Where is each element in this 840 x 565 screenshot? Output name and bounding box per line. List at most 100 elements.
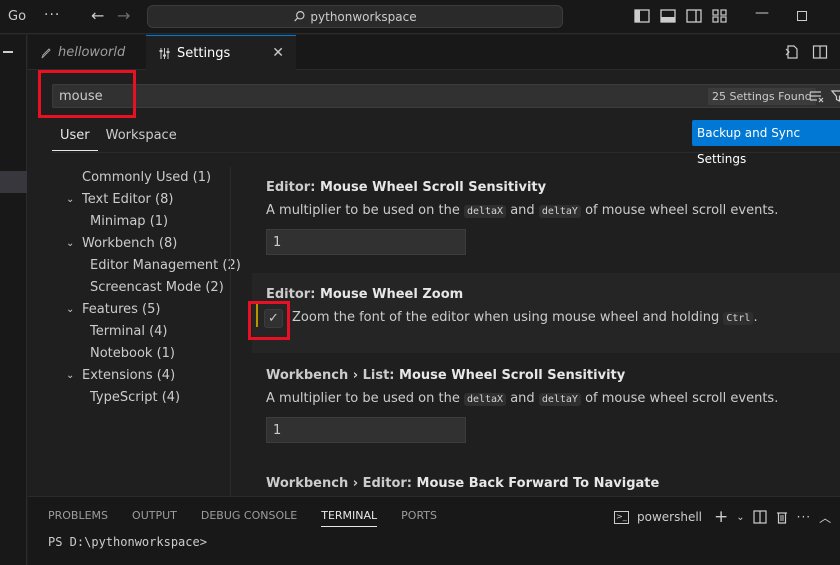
- toc-item-label: Commonly Used (1): [82, 170, 212, 185]
- toc-item-label: Extensions (4): [82, 368, 176, 383]
- tab-workspace[interactable]: Workspace: [98, 124, 185, 151]
- panel-actions: >_ powershell + ⌄ ··· ︿: [614, 507, 831, 527]
- filter-icon[interactable]: [831, 89, 840, 103]
- open-settings-json-icon[interactable]: [784, 44, 800, 60]
- toc-item[interactable]: ⌄ Extensions (4): [60, 365, 230, 387]
- desc-text: A multiplier to be used on the: [266, 391, 464, 406]
- desc-text: and: [506, 203, 539, 218]
- setting-title: Workbench › Editor: Mouse Back Forward T…: [266, 476, 659, 491]
- setting-category: Workbench › Editor:: [266, 476, 417, 491]
- tab-label: Settings: [177, 45, 231, 61]
- toggle-panel-icon[interactable]: [660, 9, 676, 23]
- settings-toc: Commonly Used (1) ⌄ Text Editor (8) Minim…: [60, 167, 241, 409]
- setting-category: Workbench › List:: [266, 368, 400, 383]
- arrow-right-icon[interactable]: →: [117, 6, 130, 25]
- tab-user[interactable]: User: [52, 124, 98, 151]
- setting-name: Mouse Wheel Scroll Sensitivity: [399, 368, 626, 383]
- terminal-shell-label[interactable]: powershell: [637, 510, 702, 524]
- code-deltax: deltaX: [463, 393, 507, 406]
- setting-mouse-back-forward: Workbench › Editor: Mouse Back Forward T…: [252, 463, 840, 496]
- setting-name: Mouse Wheel Zoom: [319, 287, 464, 302]
- tab-problems[interactable]: PROBLEMS: [48, 509, 108, 527]
- toggle-primary-sidebar-icon[interactable]: [634, 9, 650, 23]
- add-terminal-icon[interactable]: +: [714, 507, 728, 527]
- setting-title: Editor: Mouse Wheel Zoom: [266, 287, 463, 302]
- tab-terminal[interactable]: TERMINAL: [321, 509, 378, 527]
- arrow-left-icon[interactable]: ←: [91, 6, 104, 25]
- toc-item[interactable]: ⌄ Workbench (8): [60, 233, 230, 255]
- menu-go[interactable]: Go: [8, 9, 26, 24]
- tab-settings[interactable]: Settings ✕: [146, 35, 296, 70]
- file-icon: [41, 47, 51, 58]
- toc-item-label: Workbench (8): [82, 236, 178, 251]
- chevron-down-icon[interactable]: ⌄: [736, 512, 744, 523]
- editor-actions: [784, 44, 828, 60]
- toc-item-label: Minimap (1): [90, 214, 169, 229]
- setting-title: Editor: Mouse Wheel Scroll Sensitivity: [266, 180, 546, 195]
- toc-item[interactable]: Minimap (1): [60, 211, 230, 233]
- tab-helloworld[interactable]: helloworld: [28, 35, 146, 70]
- trash-icon[interactable]: [775, 510, 789, 524]
- setting-category: Editor:: [266, 180, 320, 195]
- toc-item-label: TypeScript (4): [90, 390, 181, 405]
- minimize-button[interactable]: —: [755, 5, 769, 21]
- code-ctrl: Ctrl: [723, 312, 754, 325]
- command-center-search[interactable]: pythonworkspace: [147, 5, 563, 28]
- tab-label: helloworld: [58, 45, 126, 60]
- toc-item[interactable]: Notebook (1): [60, 343, 230, 365]
- more-menu-icon[interactable]: ···: [44, 7, 60, 23]
- toggle-secondary-sidebar-icon[interactable]: [686, 9, 702, 23]
- setting-category: Editor:: [266, 287, 320, 302]
- toc-item[interactable]: Commonly Used (1): [60, 167, 230, 189]
- editor-tabs: helloworld Settings ✕: [28, 35, 840, 70]
- tab-ports[interactable]: PORTS: [401, 509, 437, 527]
- tab-output[interactable]: OUTPUT: [132, 509, 177, 527]
- search-actions: [809, 89, 840, 103]
- toc-item-label: Screencast Mode (2): [90, 280, 224, 295]
- code-deltay: deltaY: [538, 393, 581, 406]
- activity-item-indicator: [3, 51, 13, 53]
- split-terminal-icon[interactable]: [753, 510, 767, 524]
- search-icon: [294, 11, 305, 22]
- toc-item-label: Editor Management (2): [90, 258, 241, 273]
- settings-scope-tabs: User Workspace: [52, 124, 185, 151]
- terminal-icon: >_: [614, 510, 629, 524]
- scroll-sensitivity-input[interactable]: [266, 229, 466, 255]
- chevron-down-icon[interactable]: ⌄: [66, 365, 74, 387]
- results-count-badge: 25 Settings Found: [708, 88, 816, 105]
- backup-and-sync-button[interactable]: Backup and Sync Settings: [692, 120, 840, 166]
- toc-item[interactable]: Editor Management (2): [60, 255, 241, 277]
- layout-controls: [634, 9, 728, 23]
- setting-description: A multiplier to be used on the deltaX an…: [266, 203, 778, 218]
- activity-item-selected[interactable]: [0, 171, 27, 193]
- toc-item[interactable]: ⌄ Text Editor (8): [60, 189, 230, 211]
- list-scroll-sensitivity-input[interactable]: [266, 417, 466, 443]
- toc-item[interactable]: TypeScript (4): [60, 387, 230, 409]
- chevron-down-icon[interactable]: ⌄: [66, 299, 74, 321]
- toc-item-label: Terminal (4): [90, 324, 168, 339]
- terminal-prompt[interactable]: PS D:\pythonworkspace>: [48, 535, 207, 549]
- clear-filter-icon[interactable]: [809, 89, 825, 103]
- panel-tabs: PROBLEMS OUTPUT DEBUG CONSOLE TERMINAL P…: [48, 509, 437, 527]
- bottom-panel: PROBLEMS OUTPUT DEBUG CONSOLE TERMINAL P…: [28, 496, 840, 565]
- toc-item[interactable]: Screencast Mode (2): [60, 277, 230, 299]
- setting-description: Zoom the font of the editor when using m…: [292, 310, 758, 325]
- chevron-down-icon[interactable]: ⌄: [66, 189, 74, 211]
- title-bar: Go ··· ← → pythonworkspace —: [0, 0, 840, 34]
- more-actions-icon[interactable]: ···: [797, 510, 811, 524]
- split-editor-icon[interactable]: [812, 44, 828, 60]
- toc-divider: [230, 167, 231, 497]
- toc-item[interactable]: ⌄ Features (5): [60, 299, 230, 321]
- setting-title: Workbench › List: Mouse Wheel Scroll Sen…: [266, 368, 625, 383]
- setting-description: A multiplier to be used on the deltaX an…: [266, 391, 778, 406]
- tab-debug-console[interactable]: DEBUG CONSOLE: [201, 509, 297, 527]
- desc-text: Zoom the font of the editor when using m…: [292, 310, 724, 325]
- toc-item[interactable]: Terminal (4): [60, 321, 230, 343]
- maximize-button[interactable]: [797, 11, 807, 21]
- chevron-up-icon[interactable]: ︿: [819, 509, 831, 526]
- customize-layout-icon[interactable]: [712, 9, 728, 23]
- chevron-down-icon[interactable]: ⌄: [66, 233, 74, 255]
- activity-bar: [0, 35, 27, 565]
- close-icon[interactable]: ✕: [272, 45, 284, 61]
- setting-name: Mouse Wheel Scroll Sensitivity: [319, 180, 547, 195]
